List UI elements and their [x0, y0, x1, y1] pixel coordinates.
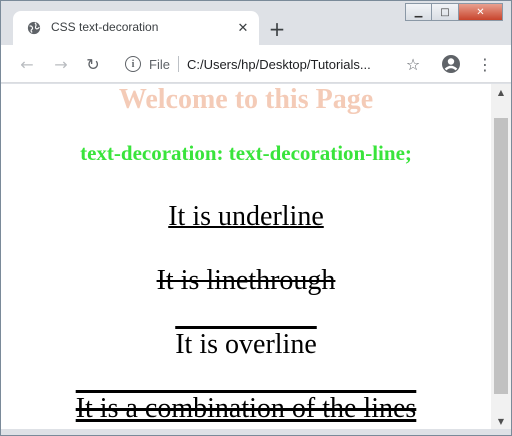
scheme-label: File	[149, 56, 170, 72]
combination-example: It is a combination of the lines	[75, 393, 417, 424]
new-tab-button[interactable]: +	[263, 15, 291, 43]
overline-example: It is overline	[175, 329, 317, 360]
back-arrow-icon[interactable]: ←	[17, 54, 37, 74]
tab-css-text-decoration[interactable]: CSS text-decoration ✕	[13, 11, 259, 45]
maximize-button[interactable]: □	[432, 3, 459, 21]
globe-icon	[27, 21, 41, 35]
profile-avatar[interactable]	[441, 54, 461, 74]
reload-icon[interactable]: ↻	[83, 54, 103, 74]
page-content: Welcome to this Page text-decoration: te…	[1, 84, 491, 429]
menu-kebab-icon[interactable]: ⋮	[475, 54, 495, 74]
window-controls: ▁ □ ✕	[405, 3, 503, 21]
omnibox-divider	[177, 56, 179, 72]
close-window-button[interactable]: ✕	[459, 3, 503, 21]
account-icon	[442, 55, 460, 73]
toolbar: ← → ↻ i File C:/Users/hp/Desktop/Tutoria…	[1, 45, 511, 83]
bookmark-star-icon[interactable]: ☆	[403, 54, 423, 74]
scroll-thumb[interactable]	[494, 118, 508, 394]
forward-arrow-icon[interactable]: →	[51, 54, 71, 74]
browser-window: CSS text-decoration ✕ + ▁ □ ✕ ← → ↻ i Fi…	[0, 0, 512, 436]
url-text[interactable]: C:/Users/hp/Desktop/Tutorials...	[187, 57, 399, 72]
tab-close-icon[interactable]: ✕	[235, 20, 251, 36]
page-subheading: text-decoration: text-decoration-line;	[80, 141, 412, 165]
info-icon[interactable]: i	[125, 56, 141, 72]
page-heading: Welcome to this Page	[118, 84, 374, 115]
underline-example: It is underline	[168, 201, 324, 232]
vertical-scrollbar[interactable]: ▲ ▼	[491, 84, 511, 429]
tab-title: CSS text-decoration	[51, 20, 159, 34]
tab-strip: CSS text-decoration ✕ + ▁ □ ✕	[1, 1, 511, 45]
linethrough-example: It is linethrough	[156, 265, 336, 296]
scroll-down-arrow-icon[interactable]: ▼	[491, 413, 511, 429]
minimize-button[interactable]: ▁	[405, 3, 432, 21]
address-bar[interactable]: i File C:/Users/hp/Desktop/Tutorials...	[115, 50, 435, 78]
scroll-up-arrow-icon[interactable]: ▲	[491, 84, 511, 100]
